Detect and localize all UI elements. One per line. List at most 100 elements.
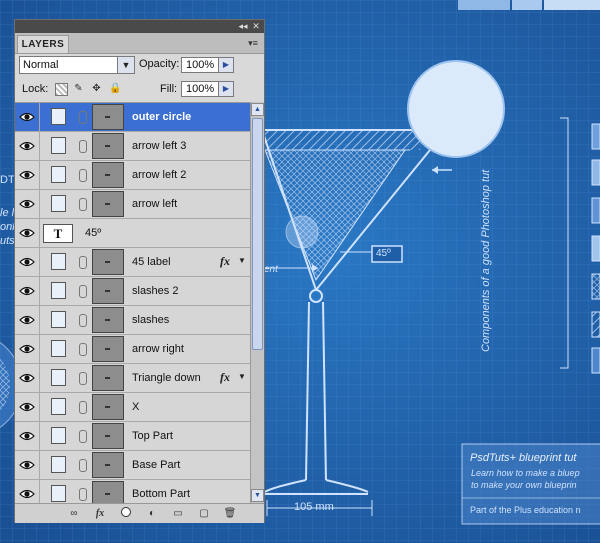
angle-label: 45º [376, 248, 391, 259]
layer-name: slashes 2 [132, 285, 179, 297]
divider [39, 219, 40, 247]
link-chain-icon[interactable] [79, 430, 87, 443]
eye-icon[interactable] [19, 227, 35, 239]
layer-row[interactable]: arrow left [15, 190, 250, 219]
scroll-up-icon[interactable]: ▲ [251, 103, 264, 116]
arrow-right-icon[interactable]: ▶ [218, 82, 233, 96]
layer-name: Top Part [132, 430, 173, 442]
scroll-down-icon[interactable]: ▼ [251, 489, 264, 502]
link-chain-icon[interactable] [79, 372, 87, 385]
fx-icon[interactable]: fx [220, 370, 230, 385]
link-chain-icon[interactable] [79, 169, 87, 182]
layer-name: 45 label [132, 256, 171, 268]
lock-all-icon[interactable]: 🔒 [109, 83, 121, 94]
panel-title-bar[interactable]: ◂◂ ✕ [15, 20, 264, 33]
link-chain-icon[interactable] [79, 285, 87, 298]
vector-mask-thumbnail [51, 398, 66, 415]
eye-icon[interactable] [19, 198, 35, 210]
layer-row[interactable]: slashes [15, 306, 250, 335]
link-chain-icon[interactable] [79, 488, 87, 501]
layer-name: arrow left 3 [132, 140, 187, 152]
panel-menu-icon[interactable]: ▾≡ [246, 37, 260, 49]
link-chain-icon[interactable] [79, 140, 87, 153]
link-chain-icon[interactable] [79, 459, 87, 472]
layer-row[interactable]: T 45º [15, 219, 250, 248]
link-chain-icon[interactable] [79, 343, 87, 356]
partial-text: ent [264, 264, 278, 275]
divider [39, 451, 40, 479]
layer-row[interactable]: Triangle down fx ▼ [15, 364, 250, 393]
layer-row[interactable]: arrow left 2 [15, 161, 250, 190]
eye-icon[interactable] [19, 314, 35, 326]
layer-thumbnail [92, 162, 124, 188]
eye-icon[interactable] [19, 169, 35, 181]
link-chain-icon[interactable] [79, 198, 87, 211]
link-chain-icon[interactable] [79, 256, 87, 269]
layer-name: arrow left [132, 198, 178, 210]
layer-name: Base Part [132, 459, 181, 471]
new-layer-icon[interactable]: ▢ [197, 507, 211, 520]
eye-icon[interactable] [19, 430, 35, 442]
fx-icon[interactable]: fx [93, 507, 107, 520]
eye-icon[interactable] [19, 111, 35, 123]
collapse-icon[interactable]: ◂◂ [237, 21, 249, 32]
partial-text: uts [0, 235, 15, 247]
trash-icon[interactable]: 🗑 [223, 507, 237, 520]
lock-transparency-icon[interactable] [55, 83, 68, 96]
eye-icon[interactable] [19, 140, 35, 152]
layer-name: Bottom Part [132, 488, 191, 500]
folder-icon[interactable]: ▭ [171, 507, 185, 520]
mask-icon[interactable] [119, 507, 133, 520]
chevron-down-icon[interactable]: ▼ [238, 256, 246, 265]
layer-name: X [132, 401, 140, 413]
divider [39, 132, 40, 160]
link-chain-icon[interactable] [79, 314, 87, 327]
chevron-down-icon: ▼ [117, 57, 134, 73]
info-box-title: PsdTuts+ blueprint tut [470, 452, 577, 464]
scrollbar-thumb[interactable] [252, 118, 263, 350]
link-icon[interactable]: ∞ [67, 507, 81, 520]
eye-icon[interactable] [19, 285, 35, 297]
eye-icon[interactable] [19, 256, 35, 268]
info-box-footer: Part of the Plus education n [470, 505, 581, 515]
layer-row[interactable]: X [15, 393, 250, 422]
layer-row[interactable]: arrow left 3 [15, 132, 250, 161]
blend-mode-select[interactable]: Normal ▼ [19, 56, 135, 74]
layer-thumbnail [92, 365, 124, 391]
eye-icon[interactable] [19, 488, 35, 500]
link-chain-icon[interactable] [79, 401, 87, 414]
panel-bottom-bar: ∞ fx ◐ ▭ ▢ 🗑 [15, 503, 264, 523]
layer-row[interactable]: Bottom Part [15, 480, 250, 504]
fill-field[interactable]: 100% ▶ [181, 81, 234, 97]
layer-name: Triangle down [132, 372, 201, 384]
lock-label: Lock: [22, 83, 49, 95]
fx-icon[interactable]: fx [220, 254, 230, 269]
lock-pixels-icon[interactable]: ✎ [73, 83, 84, 94]
layer-row[interactable]: arrow right [15, 335, 250, 364]
divider [39, 335, 40, 363]
eye-icon[interactable] [19, 401, 35, 413]
layer-thumbnail [92, 394, 124, 420]
arrow-right-icon[interactable]: ▶ [218, 58, 233, 72]
opacity-label: Opacity: [139, 58, 180, 70]
chevron-down-icon[interactable]: ▼ [238, 372, 246, 381]
layer-row[interactable]: slashes 2 [15, 277, 250, 306]
opacity-field[interactable]: 100% ▶ [181, 57, 234, 73]
eye-icon[interactable] [19, 459, 35, 471]
eye-icon[interactable] [19, 372, 35, 384]
lock-position-icon[interactable]: ✥ [91, 83, 102, 94]
hatch-band [262, 130, 420, 150]
layer-row[interactable]: 45 label fx ▼ [15, 248, 250, 277]
outer-circle-shape [407, 60, 505, 158]
link-chain-icon[interactable] [79, 111, 87, 124]
layer-row[interactable]: Base Part [15, 451, 250, 480]
fill-label: Fill: [160, 83, 178, 95]
close-icon[interactable]: ✕ [251, 21, 261, 32]
layers-scrollbar[interactable]: ▲ ▼ [250, 102, 264, 503]
tab-layers[interactable]: LAYERS [17, 35, 69, 53]
adjustment-icon[interactable]: ◐ [145, 507, 159, 520]
eye-icon[interactable] [19, 343, 35, 355]
layer-row[interactable]: Top Part [15, 422, 250, 451]
layer-thumbnail [92, 307, 124, 333]
layer-row[interactable]: outer circle [15, 103, 250, 132]
